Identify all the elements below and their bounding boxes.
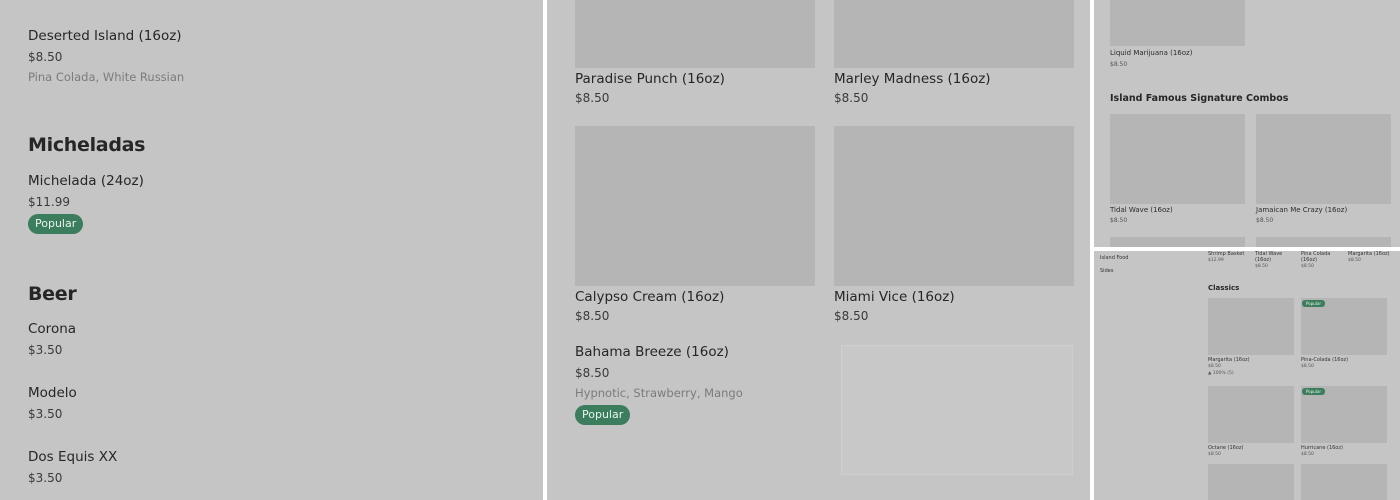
item-price: $8.50: [1256, 217, 1274, 224]
popular-badge: Popular: [28, 214, 84, 234]
item-name: Calypso Cream (16oz): [575, 289, 725, 305]
item-name: Corona: [28, 321, 77, 337]
item-price: $8.50: [834, 309, 869, 323]
item-name: Bahama Breeze (16oz): [575, 344, 729, 360]
item-description: Pina Colada, White Russian: [28, 70, 185, 84]
item-image: [1256, 114, 1391, 204]
item-description: Hypnotic, Strawberry, Mango: [575, 386, 743, 400]
item-image: [1110, 237, 1245, 247]
sidebar-item-island-food[interactable]: Island Food: [1100, 255, 1128, 261]
item-price: $3.50: [28, 343, 63, 357]
item-price: $8.50: [575, 91, 610, 105]
item-image: [1208, 298, 1294, 355]
item-name: Paradise Punch (16oz): [575, 71, 725, 87]
item-name: Pina Colada (16oz): [1301, 251, 1331, 263]
item-name: Tidal Wave (16oz): [1255, 251, 1283, 263]
item-image: [1110, 114, 1245, 204]
item-name: Marley Madness (16oz): [834, 71, 991, 87]
item-name: Michelada (24oz): [28, 173, 144, 189]
popular-badge: Popular: [1302, 388, 1325, 395]
item-name: Octane (16oz): [1208, 445, 1244, 451]
item-name: Shrimp Basket: [1208, 251, 1245, 257]
item-price: $8.50: [28, 50, 63, 64]
item-name: Deserted Island (16oz): [28, 28, 182, 44]
sidebar-item-sides[interactable]: Sides: [1100, 268, 1113, 274]
item-name: Hurricane (16oz): [1301, 445, 1343, 451]
item-price: $8.50: [1301, 452, 1314, 457]
item-name: Dos Equis XX: [28, 449, 118, 465]
item-name: Pina-Colada (16oz): [1301, 357, 1349, 363]
item-rating: ▲ 100% (5): [1208, 371, 1234, 376]
item-image: [1256, 237, 1391, 247]
item-name: Margarita (16oz): [1348, 251, 1390, 257]
section-title-classics: Classics: [1208, 284, 1240, 292]
item-price: $8.50: [1208, 452, 1221, 457]
thumbs-up-icon: ▲: [1208, 371, 1212, 376]
item-image: [841, 345, 1073, 475]
item-price: $8.50: [1110, 61, 1128, 68]
item-price: $12.99: [1208, 258, 1224, 263]
section-title-signature-combos: Island Famous Signature Combos: [1110, 93, 1289, 104]
item-price: $8.50: [1301, 264, 1314, 269]
item-price: $8.50: [1301, 364, 1314, 369]
menu-panel-middle: Paradise Punch (16oz) $8.50 Marley Madne…: [547, 0, 1090, 500]
item-price: $8.50: [1208, 364, 1221, 369]
item-name: Jamaican Me Crazy (16oz): [1256, 206, 1348, 214]
item-image: [575, 0, 815, 68]
item-price: $8.50: [575, 309, 610, 323]
item-price: $8.50: [1348, 258, 1361, 263]
item-price: $11.99: [28, 195, 70, 209]
popular-badge: Popular: [1302, 300, 1325, 307]
item-image: [575, 126, 815, 286]
item-name: Tidal Wave (16oz): [1110, 206, 1173, 214]
popular-badge: Popular: [575, 405, 631, 425]
item-image: [1208, 386, 1294, 443]
item-name: Modelo: [28, 385, 77, 401]
item-price: $8.50: [1110, 217, 1128, 224]
item-price: $3.50: [28, 471, 63, 485]
item-price: $8.50: [575, 366, 610, 380]
item-image: [834, 0, 1074, 68]
menu-panel-left: Deserted Island (16oz) $8.50 Pina Colada…: [0, 0, 543, 500]
item-image: [1208, 464, 1294, 500]
item-price: $3.50: [28, 407, 63, 421]
rating-value: 100% (5): [1212, 371, 1234, 376]
menu-panel-bottom-right: Island Food Sides Shrimp Basket $12.99 T…: [1094, 251, 1400, 500]
item-price: $8.50: [1255, 264, 1268, 269]
section-title-beer: Beer: [28, 283, 77, 305]
item-name: Liquid Marijuana (16oz): [1110, 49, 1193, 57]
menu-panel-top-right: Liquid Marijuana (16oz) $8.50 Island Fam…: [1094, 0, 1400, 247]
item-image: [1301, 464, 1387, 500]
item-name: Miami Vice (16oz): [834, 289, 955, 305]
item-name: Margarita (16oz): [1208, 357, 1250, 363]
section-title-micheladas: Micheladas: [28, 134, 146, 156]
item-price: $8.50: [834, 91, 869, 105]
item-image: [1110, 0, 1245, 46]
item-image: [834, 126, 1074, 286]
